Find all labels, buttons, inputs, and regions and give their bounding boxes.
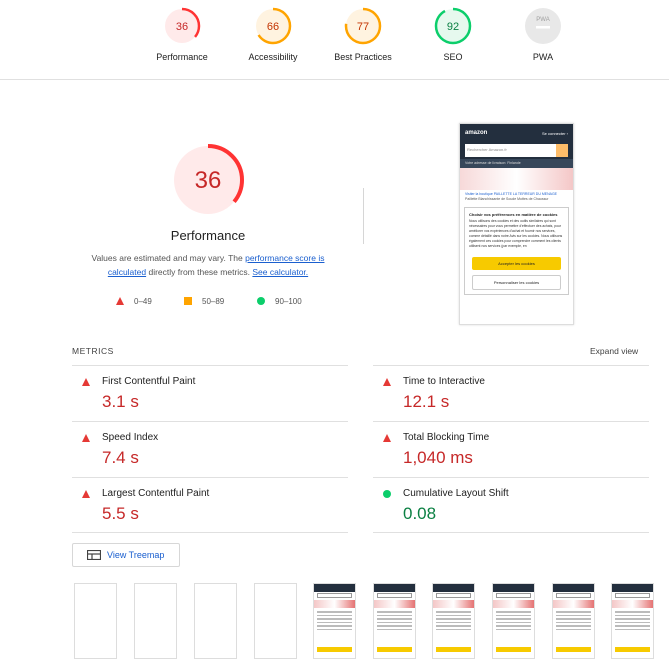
metric-value: 12.1 s [403, 392, 450, 411]
gauge-label: Best Practices [334, 52, 392, 62]
metric-largest-contentful-paint: Largest Contentful Paint 5.5 s [72, 477, 348, 533]
metric-value: 5.5 s [102, 504, 139, 523]
filmstrip-frame [611, 583, 654, 659]
metric-first-contentful-paint: First Contentful Paint 3.1 s [72, 365, 348, 421]
filmstrip-frame [134, 583, 177, 659]
filmstrip-frame [194, 583, 237, 659]
filmstrip-frame [552, 583, 595, 659]
triangle-icon [82, 434, 90, 442]
gauge-performance-ring: 36 [163, 7, 201, 45]
metric-speed-index: Speed Index 7.4 s [72, 421, 348, 477]
filmstrip-frame [74, 583, 117, 659]
screenshot-banner [460, 168, 573, 190]
legend-green: 90–100 [257, 295, 302, 307]
pwa-badge-icon: PWA [525, 8, 561, 44]
gauge-score: 36 [176, 21, 188, 33]
metric-name: Total Blocking Time [403, 432, 490, 443]
amazon-logo: amazon [465, 130, 488, 136]
filmstrip-frame [432, 583, 475, 659]
see-calculator-link[interactable]: See calculator. [252, 267, 308, 277]
legend-red-label: 0–49 [134, 296, 152, 306]
hero-description: Values are estimated and may vary. The p… [80, 251, 336, 279]
cookie-dialog-text: Nous utilisons des cookies et des outils… [469, 219, 563, 248]
legend-green-label: 90–100 [275, 296, 302, 306]
treemap-icon [87, 550, 101, 560]
metric-value: 1,040 ms [403, 448, 473, 467]
desc-prefix: Values are estimated and may vary. The [91, 253, 246, 263]
screenshot-nav: Se connecter › [541, 130, 568, 136]
triangle-icon [82, 490, 90, 498]
final-screenshot[interactable]: amazon Se connecter › Rechercher Amazon.… [459, 123, 574, 325]
gauge-label: Accessibility [248, 52, 298, 62]
gauge-label: SEO [443, 52, 463, 62]
pwa-badge-text: PWA [536, 17, 549, 23]
screenshot-search-box: Rechercher Amazon.fr [465, 144, 556, 157]
metric-name: First Contentful Paint [102, 376, 196, 387]
gauge-accessibility-ring: 66 [254, 7, 292, 45]
gauge-accessibility[interactable]: 66 Accessibility [233, 6, 313, 62]
circle-icon [257, 297, 265, 305]
triangle-icon [383, 434, 391, 442]
metric-name: Cumulative Layout Shift [403, 488, 509, 499]
screenshot-product-sub: Paillette Blanchissante de Soude Mottes … [465, 197, 549, 201]
metric-name: Largest Contentful Paint [102, 488, 210, 499]
filmstrip-frame [254, 583, 297, 659]
view-treemap-label: View Treemap [107, 550, 165, 560]
gauge-label: PWA [532, 52, 554, 62]
legend-orange: 50–89 [184, 295, 224, 307]
screenshot-customize-button: Personnaliser les cookies [472, 275, 561, 290]
expand-view-toggle[interactable]: Expand view [590, 346, 638, 356]
desc-mid: directly from these metrics. [146, 267, 253, 277]
legend-red: 0–49 [116, 295, 152, 307]
view-treemap-button[interactable]: View Treemap [72, 543, 180, 567]
gauge-seo[interactable]: 92 SEO [413, 6, 493, 62]
screenshot-search: Rechercher Amazon.fr [460, 142, 573, 159]
metrics-header: METRICS [72, 346, 114, 356]
filmstrip-frame [313, 583, 356, 659]
triangle-icon [383, 378, 391, 386]
triangle-icon [82, 378, 90, 386]
metric-name: Time to Interactive [403, 376, 485, 387]
gauge-seo-ring: 92 [434, 7, 472, 45]
divider [72, 532, 348, 533]
gauge-performance[interactable]: 36 Performance [142, 6, 222, 62]
search-icon [556, 144, 568, 157]
divider [373, 532, 649, 533]
divider [363, 188, 364, 244]
metric-value: 7.4 s [102, 448, 139, 467]
metric-time-to-interactive: Time to Interactive 12.1 s [373, 365, 649, 421]
gauge-pwa[interactable]: PWA PWA [503, 6, 583, 62]
screenshot-cookie-dialog: Choisir vos préférences en matière de co… [464, 207, 569, 295]
metric-value: 0.08 [403, 504, 437, 523]
gauge-score: 92 [447, 21, 459, 33]
legend-orange-label: 50–89 [202, 296, 225, 306]
gauge-score: 66 [267, 21, 279, 33]
cookie-dialog-title: Choisir vos préférences en matière de co… [469, 212, 558, 217]
gauge-label: Performance [156, 52, 208, 62]
gauge-best-practices-ring: 77 [344, 7, 382, 45]
screenshot-product: Visiter la boutique PAILLETTE LA TERREUR… [460, 190, 573, 204]
square-icon [184, 297, 192, 305]
metric-total-blocking-time: Total Blocking Time 1,040 ms [373, 421, 649, 477]
screenshot-accept-button: Accepter les cookies [472, 257, 561, 270]
screenshot-location: Votre adresse de livraison: Finlande [460, 159, 573, 168]
hero-title: Performance [170, 228, 246, 243]
metric-cumulative-layout-shift: Cumulative Layout Shift 0.08 [373, 477, 649, 533]
category-gauges: 36 Performance 66 Accessibility 77 Best … [0, 0, 669, 80]
gauge-best-practices[interactable]: 77 Best Practices [323, 6, 403, 62]
hero-score: 36 [195, 167, 222, 194]
circle-icon [383, 490, 391, 498]
gauge-score: 77 [357, 21, 369, 33]
metric-value: 3.1 s [102, 392, 139, 411]
performance-hero-gauge: 36 [172, 144, 244, 216]
metric-name: Speed Index [102, 432, 159, 443]
triangle-icon [116, 297, 124, 305]
filmstrip-frame [492, 583, 535, 659]
filmstrip-frame [373, 583, 416, 659]
screenshot-header: amazon Se connecter › [460, 124, 573, 142]
